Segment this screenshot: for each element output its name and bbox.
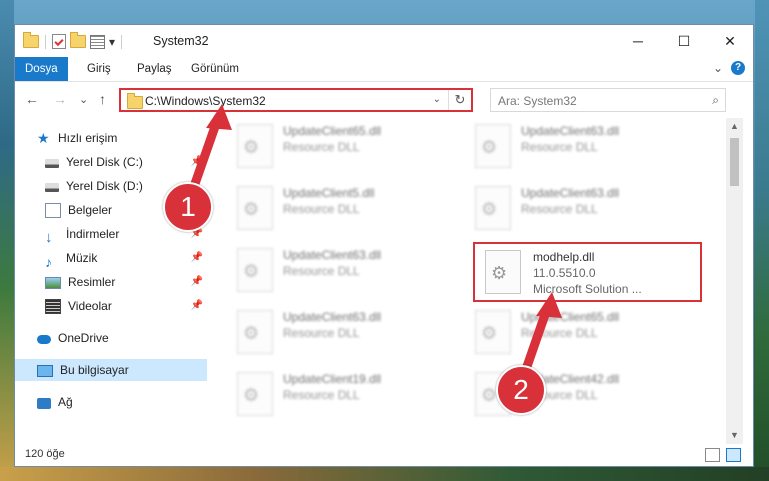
step-badge-2: 2 bbox=[496, 365, 546, 415]
step-badge-1: 1 bbox=[163, 182, 213, 232]
arrow-2-head bbox=[536, 292, 562, 318]
annotation-arrows bbox=[185, 104, 562, 383]
arrow-1-head bbox=[206, 104, 232, 130]
